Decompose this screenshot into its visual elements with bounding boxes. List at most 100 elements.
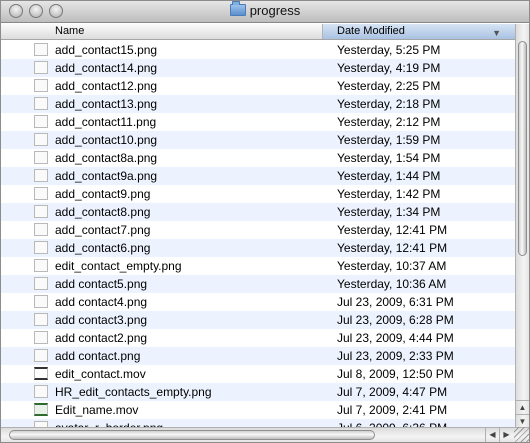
- file-name: add contact5.png: [55, 275, 147, 293]
- vertical-scrollbar[interactable]: ▲ ▼: [515, 24, 529, 428]
- date-modified-label: Date Modified: [337, 25, 405, 37]
- file-date-modified: Jul 7, 2009, 2:41 PM: [337, 401, 447, 419]
- horizontal-scrollbar[interactable]: ◀ ▶: [1, 427, 529, 442]
- file-name: add_contact15.png: [55, 41, 157, 59]
- image-file-icon: [34, 241, 48, 254]
- image-file-icon: [34, 169, 48, 182]
- file-date-modified: Yesterday, 1:42 PM: [337, 185, 440, 203]
- file-name: add_contact9a.png: [55, 167, 157, 185]
- file-date-modified: Jul 23, 2009, 2:33 PM: [337, 347, 454, 365]
- file-date-modified: Yesterday, 1:54 PM: [337, 149, 440, 167]
- file-row[interactable]: add_contact11.png Yesterday, 2:12 PM: [1, 113, 517, 131]
- file-name: Edit_name.mov: [55, 401, 138, 419]
- scroll-down-arrow-icon[interactable]: ▼: [516, 414, 529, 428]
- file-row[interactable]: add_contact9a.png Yesterday, 1:44 PM: [1, 167, 517, 185]
- image-file-icon: [34, 259, 48, 272]
- file-row[interactable]: add contact2.png Jul 23, 2009, 4:44 PM: [1, 329, 517, 347]
- file-date-modified: Yesterday, 12:41 PM: [337, 221, 447, 239]
- file-row[interactable]: add contact3.png Jul 23, 2009, 6:28 PM: [1, 311, 517, 329]
- file-name: add_contact12.png: [55, 77, 157, 95]
- file-date-modified: Yesterday, 1:44 PM: [337, 167, 440, 185]
- image-file-icon: [34, 187, 48, 200]
- file-name: add_contact10.png: [55, 131, 157, 149]
- file-row[interactable]: add_contact13.png Yesterday, 2:18 PM: [1, 95, 517, 113]
- image-file-icon: [34, 115, 48, 128]
- image-file-icon: [34, 205, 48, 218]
- scroll-up-arrow-icon[interactable]: ▲: [516, 400, 529, 414]
- file-row[interactable]: add contact5.png Yesterday, 10:36 AM: [1, 275, 517, 293]
- file-row[interactable]: add_contact10.png Yesterday, 1:59 PM: [1, 131, 517, 149]
- file-date-modified: Jul 8, 2009, 12:50 PM: [337, 365, 454, 383]
- sort-descending-icon: ▼: [492, 26, 501, 41]
- file-date-modified: Yesterday, 10:37 AM: [337, 257, 446, 275]
- file-date-modified: Yesterday, 10:36 AM: [337, 275, 446, 293]
- file-date-modified: Yesterday, 5:25 PM: [337, 41, 440, 59]
- file-name: add contact2.png: [55, 329, 147, 347]
- image-file-icon: [34, 385, 48, 398]
- file-date-modified: Yesterday, 1:34 PM: [337, 203, 440, 221]
- file-row[interactable]: add contact4.pngJul 23, 2009, 6:31 PM: [1, 293, 517, 311]
- image-file-icon: [34, 313, 48, 326]
- file-date-modified: Jul 23, 2009, 6:28 PM: [337, 311, 454, 329]
- file-date-modified: Yesterday, 2:25 PM: [337, 77, 440, 95]
- name-column-header[interactable]: Name: [1, 24, 323, 39]
- image-file-icon: [34, 277, 48, 290]
- file-row[interactable]: add_contact14.png Yesterday, 4:19 PM: [1, 59, 517, 77]
- image-file-icon: [34, 349, 48, 362]
- file-list: add_contact15.pngYesterday, 5:25 PMadd_c…: [1, 41, 517, 428]
- file-name: edit_contact.mov: [55, 365, 146, 383]
- resize-grip-icon[interactable]: [514, 427, 529, 442]
- file-row[interactable]: add_contact8a.png Yesterday, 1:54 PM: [1, 149, 517, 167]
- file-date-modified: Jul 23, 2009, 4:44 PM: [337, 329, 454, 347]
- image-file-icon: [34, 79, 48, 92]
- file-name: add_contact9.png: [55, 185, 150, 203]
- file-date-modified: Yesterday, 4:19 PM: [337, 59, 440, 77]
- image-file-icon: [34, 223, 48, 236]
- date-modified-column-header[interactable]: Date Modified ▼: [323, 24, 517, 39]
- file-date-modified: Jul 7, 2009, 4:47 PM: [337, 383, 447, 401]
- file-name: add_contact13.png: [55, 95, 157, 113]
- file-row[interactable]: add_contact8.png Yesterday, 1:34 PM: [1, 203, 517, 221]
- image-file-icon: [34, 97, 48, 110]
- file-row[interactable]: add_contact12.png Yesterday, 2:25 PM: [1, 77, 517, 95]
- file-row[interactable]: edit_contact.mov Jul 8, 2009, 12:50 PM: [1, 365, 517, 383]
- scroll-left-arrow-icon[interactable]: ◀: [485, 428, 499, 442]
- file-name: add contact.png: [55, 347, 140, 365]
- movie-file-icon: [34, 403, 48, 416]
- file-name: edit_contact_empty.png: [55, 257, 182, 275]
- file-name: add_contact7.png: [55, 221, 150, 239]
- window-title: progress: [1, 3, 529, 21]
- image-file-icon: [34, 295, 48, 308]
- scroll-right-arrow-icon[interactable]: ▶: [499, 428, 513, 442]
- file-date-modified: Yesterday, 1:59 PM: [337, 131, 440, 149]
- file-date-modified: Yesterday, 2:12 PM: [337, 113, 440, 131]
- file-row[interactable]: add_contact9.png Yesterday, 1:42 PM: [1, 185, 517, 203]
- file-row[interactable]: add contact.png Jul 23, 2009, 2:33 PM: [1, 347, 517, 365]
- file-name: add_contact11.png: [55, 113, 156, 131]
- file-name: add_contact8a.png: [55, 149, 157, 167]
- file-row[interactable]: add_contact6.png Yesterday, 12:41 PM: [1, 239, 517, 257]
- file-row[interactable]: Edit_name.mov Jul 7, 2009, 2:41 PM: [1, 401, 517, 419]
- finder-window: progress Name Date Modified ▼ add_contac…: [0, 0, 530, 443]
- file-row[interactable]: add_contact7.png Yesterday, 12:41 PM: [1, 221, 517, 239]
- file-row[interactable]: HR_edit_contacts_empty.png Jul 7, 2009, 4…: [1, 383, 517, 401]
- file-date-modified: Yesterday, 2:18 PM: [337, 95, 440, 113]
- file-row[interactable]: add_contact15.png Yesterday, 5:25 PM: [1, 41, 517, 59]
- file-date-modified: Yesterday, 12:41 PM: [337, 239, 447, 257]
- horizontal-scroll-thumb[interactable]: [9, 430, 375, 440]
- title-bar[interactable]: progress: [1, 1, 529, 23]
- file-name: HR_edit_contacts_empty.png: [55, 383, 212, 401]
- image-file-icon: [34, 133, 48, 146]
- file-date-modified: Jul 23, 2009, 6:31 PM: [337, 293, 454, 311]
- file-name: add_contact8.png: [55, 203, 150, 221]
- vertical-scroll-thumb[interactable]: [518, 41, 527, 256]
- file-name: add contact3.png: [55, 311, 147, 329]
- image-file-icon: [34, 61, 48, 74]
- file-name: add_contact6.png: [55, 239, 150, 257]
- file-name: add_contact14.png: [55, 59, 157, 77]
- image-file-icon: [34, 43, 48, 56]
- column-header: Name Date Modified ▼: [1, 24, 517, 40]
- file-row[interactable]: edit_contact_empty.png Yesterday, 10:37 A…: [1, 257, 517, 275]
- image-file-icon: [34, 331, 48, 344]
- folder-icon: [230, 4, 246, 16]
